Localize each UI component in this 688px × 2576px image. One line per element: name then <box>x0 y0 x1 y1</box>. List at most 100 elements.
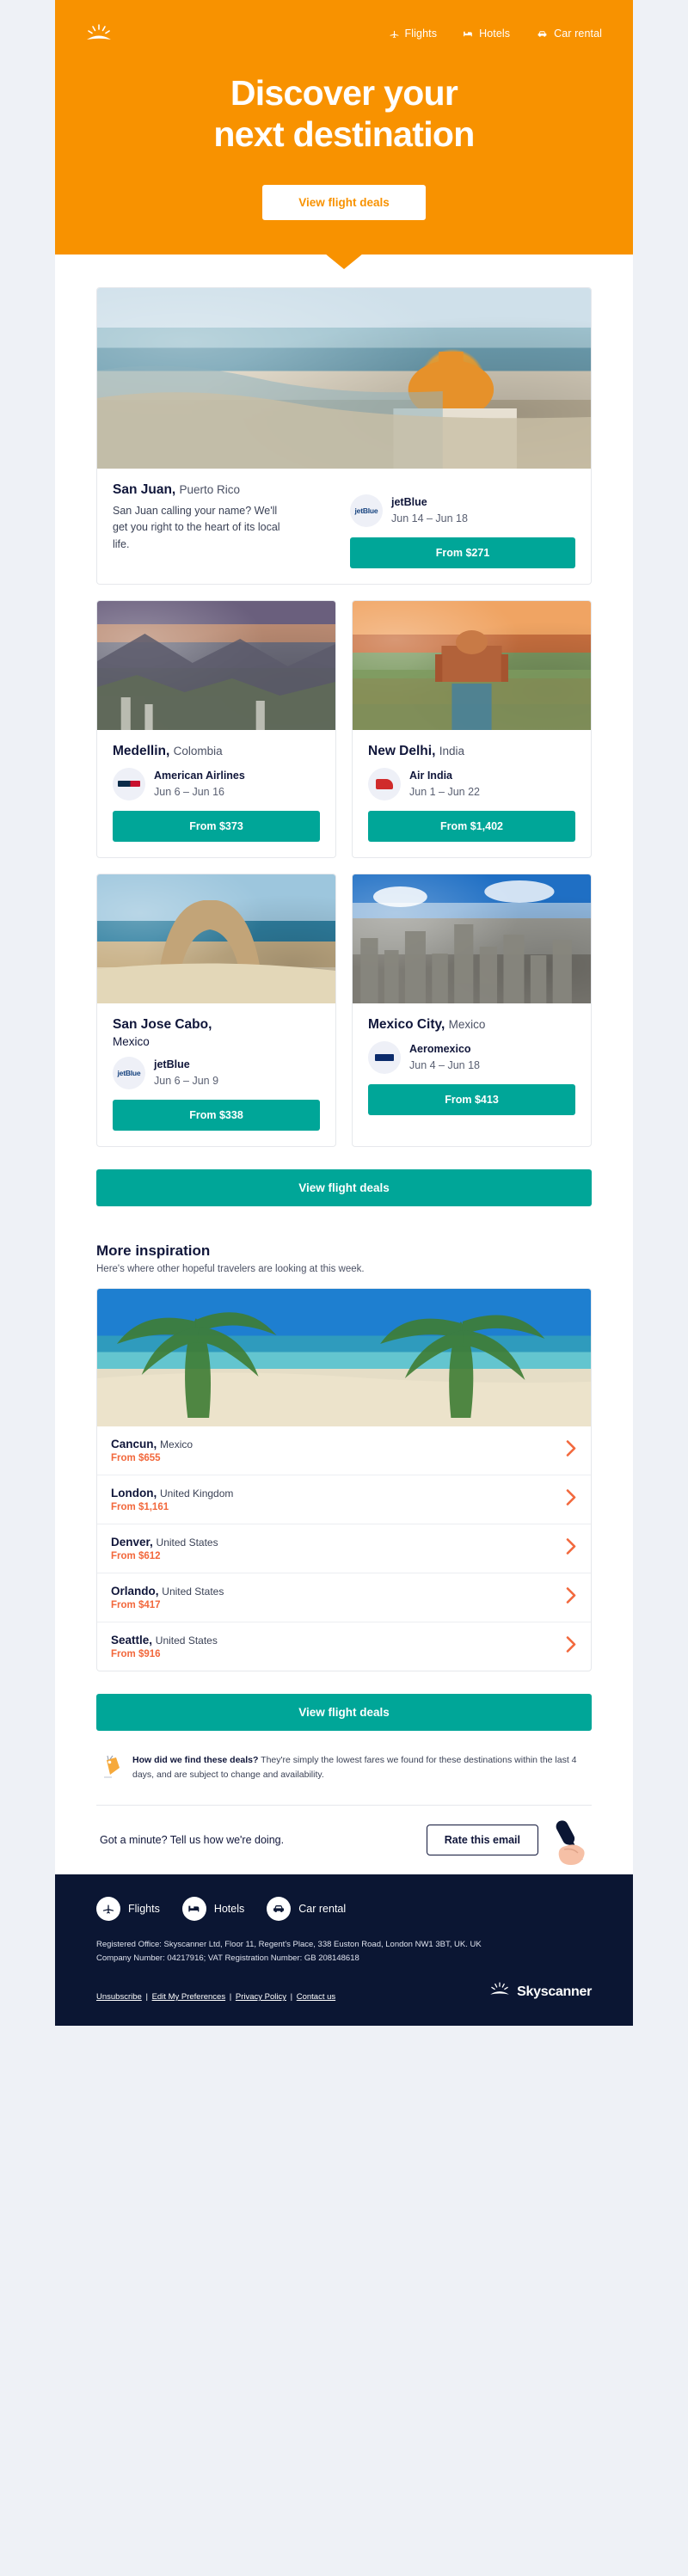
airline-row: American Airlines Jun 6 – Jun 16 <box>113 767 320 800</box>
footer-nav-flights[interactable]: Flights <box>96 1896 160 1921</box>
skyscanner-sun-icon <box>488 1982 511 2002</box>
inspiration-price: From $612 <box>111 1550 161 1561</box>
featured-view-flight-deals-button[interactable]: View flight deals <box>96 1168 592 1206</box>
chevron-right-icon <box>566 1537 577 1559</box>
inspiration-country: United States <box>155 1634 218 1647</box>
footer-link-contact-us[interactable]: Contact us <box>297 1992 335 2002</box>
car-icon <box>267 1896 292 1921</box>
hero-notch <box>325 253 363 269</box>
destination-card-primary[interactable]: San Juan, Puerto Rico San Juan calling y… <box>96 286 592 585</box>
hero-view-flight-deals-button[interactable]: View flight deals <box>262 184 426 220</box>
inspiration-subtitle: Here's where other hopeful travelers are… <box>96 1263 365 1274</box>
inspiration-city: Denver, <box>111 1535 153 1549</box>
footer-legal-line-2: Company Number: 04217916; VAT Registrati… <box>96 1953 359 1964</box>
american-airlines-logo <box>113 767 145 800</box>
footer-link-separator: | <box>287 1992 295 2002</box>
inspiration-city-line: Denver, United States <box>111 1536 566 1549</box>
price-button[interactable]: From $413 <box>368 1083 575 1115</box>
destination-city: San Juan, <box>113 481 176 497</box>
destination-card-body: San Juan, Puerto Rico San Juan calling y… <box>97 469 591 584</box>
skyscanner-sun-icon <box>84 24 114 43</box>
hero-nav-label: Car rental <box>554 28 602 40</box>
price-tag-icon <box>100 1754 122 1784</box>
airline-meta: jetBlue Jun 6 – Jun 9 <box>154 1058 218 1089</box>
hero-nav-label: Hotels <box>479 28 511 40</box>
hero-nav-flights[interactable]: Flights <box>389 28 438 40</box>
footer-nav-car-rental[interactable]: Car rental <box>267 1896 347 1921</box>
airline-meta: jetBlue Jun 14 – Jun 18 <box>391 495 468 526</box>
rate-prompt: Got a minute? Tell us how we're doing. <box>100 1833 285 1846</box>
destination-city-line: San Juan, Puerto Rico <box>113 482 338 498</box>
hero-cta-wrap: View flight deals <box>55 184 633 255</box>
price-button[interactable]: From $373 <box>113 810 320 842</box>
inspiration-row[interactable]: Orlando, United States From $417 <box>97 1572 591 1622</box>
footer-brand-name: Skyscanner <box>517 1984 592 1999</box>
destination-card[interactable]: New Delhi, India Air India Jun 1 – Jun 2… <box>352 599 592 858</box>
footer-link-unsubscribe[interactable]: Unsubscribe <box>96 1992 142 2002</box>
inspiration-row-text: Orlando, United States From $417 <box>111 1585 566 1610</box>
footer-link-privacy-policy[interactable]: Privacy Policy <box>236 1992 286 2002</box>
destination-card[interactable]: San Jose Cabo, Mexico jetBlue jetBlue Ju… <box>96 873 336 1147</box>
airline-name: Air India <box>409 769 453 782</box>
footer-legal-line-1: Registered Office: Skyscanner Ltd, Floor… <box>96 1939 482 1949</box>
destination-info: San Juan, Puerto Rico San Juan calling y… <box>113 482 338 568</box>
destination-city: San Jose Cabo, <box>113 1016 212 1032</box>
flight-dates: Jun 6 – Jun 9 <box>154 1074 219 1087</box>
footer-nav: Flights Hotels Car rental <box>96 1896 592 1921</box>
inspiration-row-text: Seattle, United States From $916 <box>111 1634 566 1659</box>
footer-bottom: Unsubscribe | Edit My Preferences | Priv… <box>96 1982 592 2002</box>
price-button[interactable]: From $271 <box>350 537 575 568</box>
inspiration-row[interactable]: London, United Kingdom From $1,161 <box>97 1474 591 1524</box>
destination-country: India <box>439 744 464 757</box>
email-container: Flights Hotels Car rental Discover your … <box>55 0 633 2026</box>
microphone-hand-icon <box>544 1815 592 1873</box>
hero-nav-hotels[interactable]: Hotels <box>463 28 510 40</box>
inspiration-row[interactable]: Cancun, Mexico From $655 <box>97 1426 591 1475</box>
palm-trees-beach-photo <box>97 1288 591 1426</box>
price-button[interactable]: From $338 <box>113 1099 320 1131</box>
inspiration-header: More inspiration Here's where other hope… <box>96 1242 592 1274</box>
hero-title-line-2: next destination <box>213 114 475 155</box>
footer-nav-label: Car rental <box>298 1902 347 1915</box>
inspiration-country: United Kingdom <box>160 1487 234 1500</box>
inspiration-row[interactable]: Seattle, United States From $916 <box>97 1621 591 1671</box>
email-page: Flights Hotels Car rental Discover your … <box>0 0 688 2026</box>
mexico-city-skyline-photo <box>353 874 591 1003</box>
rate-this-email-button[interactable]: Rate this email <box>426 1824 538 1855</box>
airline-meta: American Airlines Jun 6 – Jun 16 <box>154 769 245 800</box>
inspiration-city: Cancun, <box>111 1437 157 1451</box>
price-button[interactable]: From $1,402 <box>368 810 575 842</box>
destination-card-body: Mexico City, Mexico Aeromexico Jun 4 – J… <box>353 1003 591 1131</box>
footer-nav-hotels[interactable]: Hotels <box>181 1896 244 1921</box>
inspiration-price: From $655 <box>111 1452 161 1463</box>
inspiration-row[interactable]: Denver, United States From $612 <box>97 1523 591 1573</box>
inspiration-view-flight-deals-button[interactable]: View flight deals <box>96 1693 592 1731</box>
airline-name: jetBlue <box>391 495 427 508</box>
inspiration-card: Cancun, Mexico From $655 London, United … <box>96 1287 592 1671</box>
footer-link-edit-preferences[interactable]: Edit My Preferences <box>152 1992 226 2002</box>
hero-section: Flights Hotels Car rental Discover your … <box>55 0 633 269</box>
jetblue-logo: jetBlue <box>113 1056 145 1089</box>
hero-title: Discover your next destination <box>103 72 585 156</box>
hero-nav-car-rental[interactable]: Car rental <box>536 28 602 40</box>
destination-card-body: San Jose Cabo, Mexico jetBlue jetBlue Ju… <box>97 1003 335 1146</box>
inspiration-city-line: Cancun, Mexico <box>111 1438 566 1451</box>
destination-grid-row-2: San Jose Cabo, Mexico jetBlue jetBlue Ju… <box>96 873 592 1147</box>
hero-title-line-1: Discover your <box>230 73 458 113</box>
hero-navbar: Flights Hotels Car rental <box>55 19 633 48</box>
destination-card[interactable]: Medellin, Colombia American Airlines Jun… <box>96 599 336 858</box>
inspiration-price: From $417 <box>111 1599 161 1610</box>
inspiration-row-text: London, United Kingdom From $1,161 <box>111 1487 566 1512</box>
destination-city-line: San Jose Cabo, <box>113 1017 320 1033</box>
airline-name: American Airlines <box>154 769 245 782</box>
destination-city-line: Medellin, Colombia <box>113 744 320 759</box>
destination-grid-row-1: Medellin, Colombia American Airlines Jun… <box>96 599 592 858</box>
cabo-arch-photo <box>97 874 335 1003</box>
destination-city: Medellin, <box>113 743 170 758</box>
rate-email-bar: Got a minute? Tell us how we're doing. R… <box>96 1804 592 1874</box>
destination-card[interactable]: Mexico City, Mexico Aeromexico Jun 4 – J… <box>352 873 592 1147</box>
hero-nav-label: Flights <box>404 28 438 40</box>
destination-city: Mexico City, <box>368 1016 445 1032</box>
flight-dates: Jun 14 – Jun 18 <box>391 512 468 524</box>
airline-row: Aeromexico Jun 4 – Jun 18 <box>368 1040 575 1074</box>
